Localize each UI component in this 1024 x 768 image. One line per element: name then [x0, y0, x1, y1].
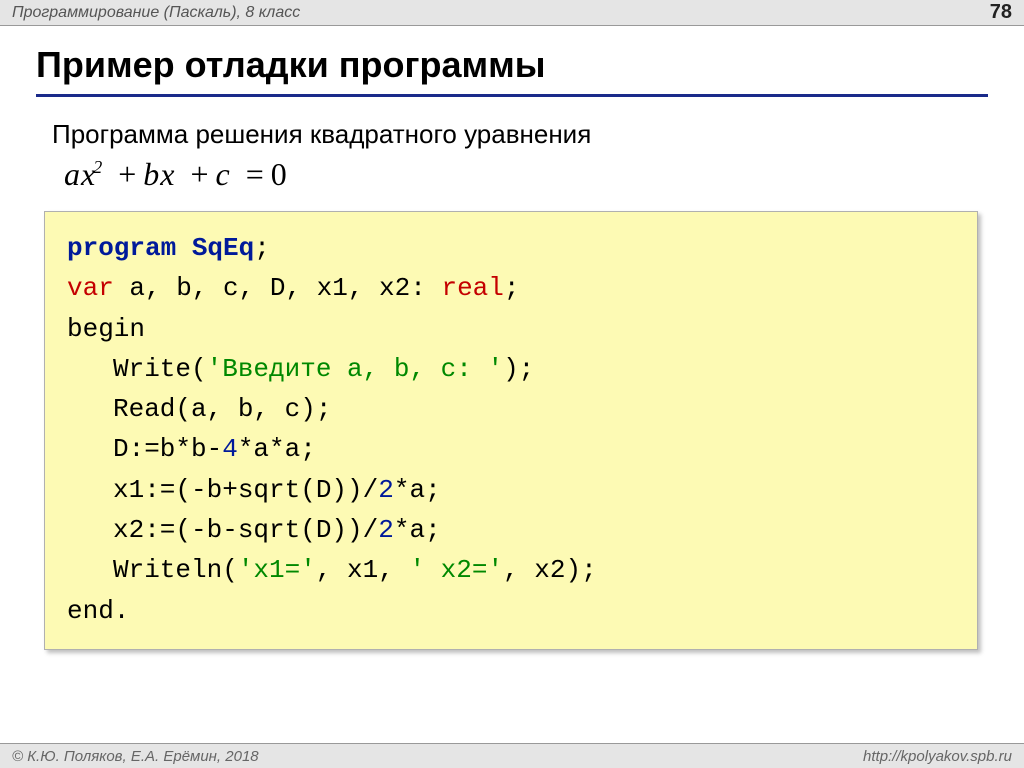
l2-semi: ;	[504, 273, 520, 303]
code-line-10: end.	[67, 591, 955, 631]
l5-read: Read(a, b, c);	[113, 394, 331, 424]
kw-end: end.	[67, 596, 129, 626]
equation: ax2 +bx +c =0	[64, 156, 988, 193]
l7b: *a;	[394, 475, 441, 505]
l9a: Writeln(	[113, 555, 238, 585]
eq-equals: =	[240, 156, 271, 192]
header-left: Программирование (Паскаль), 8 класс	[12, 4, 300, 22]
var-decl: a, b, c, D, x1, x2:	[114, 273, 442, 303]
eq-squared: 2	[93, 157, 103, 177]
footer-left: © К.Ю. Поляков, Е.А. Ерёмин, 2018	[12, 748, 259, 765]
l9-m2: , x2);	[503, 555, 597, 585]
l9-m1: , x1,	[316, 555, 410, 585]
eq-x2: x	[160, 156, 175, 192]
kw-var: var	[67, 273, 114, 303]
kw-begin: begin	[67, 314, 145, 344]
l6-num: 4	[222, 434, 238, 464]
code-line-8: x2:=(-b-sqrt(D))/2*a;	[67, 510, 955, 550]
l4-string: 'Введите a, b, c: '	[207, 354, 503, 384]
slide-content: Пример отладки программы Программа решен…	[0, 26, 1024, 650]
l8a: x2:=(-b-sqrt(D))/	[113, 515, 378, 545]
l9-s1: 'x1='	[238, 555, 316, 585]
page-number: 78	[990, 1, 1012, 24]
kw-real: real	[441, 273, 503, 303]
code-line-3: begin	[67, 309, 955, 349]
eq-a: a	[64, 156, 81, 192]
eq-plus1: +	[112, 156, 143, 192]
l6b: *a*a;	[238, 434, 316, 464]
l4-close: );	[503, 354, 534, 384]
eq-c: c	[216, 156, 231, 192]
l9-s2: ' x2='	[409, 555, 503, 585]
slide-subtitle: Программа решения квадратного уравнения	[52, 119, 988, 150]
l6a: D:=b*b-	[113, 434, 222, 464]
slide-footer: © К.Ю. Поляков, Е.А. Ерёмин, 2018 http:/…	[0, 743, 1024, 768]
eq-plus2: +	[184, 156, 215, 192]
code-line-9: Writeln('x1=', x1, ' x2=', x2);	[67, 550, 955, 590]
code-line-7: x1:=(-b+sqrt(D))/2*a;	[67, 470, 955, 510]
eq-zero: 0	[271, 156, 288, 192]
code-line-5: Read(a, b, c);	[67, 389, 955, 429]
footer-right: http://kpolyakov.spb.ru	[863, 748, 1012, 765]
code-line-2: var a, b, c, D, x1, x2: real;	[67, 268, 955, 308]
eq-b: b	[143, 156, 160, 192]
l7-num: 2	[378, 475, 394, 505]
l8-num: 2	[378, 515, 394, 545]
l7a: x1:=(-b+sqrt(D))/	[113, 475, 378, 505]
code-line-6: D:=b*b-4*a*a;	[67, 429, 955, 469]
l8b: *a;	[394, 515, 441, 545]
slide-header: Программирование (Паскаль), 8 класс 78	[0, 0, 1024, 26]
l4-write: Write(	[113, 354, 207, 384]
code-box: program SqEq; var a, b, c, D, x1, x2: re…	[44, 211, 978, 650]
prog-name: SqEq	[192, 233, 254, 263]
code-line-4: Write('Введите a, b, c: ');	[67, 349, 955, 389]
slide-title: Пример отладки программы	[36, 44, 988, 97]
code-line-1: program SqEq;	[67, 228, 955, 268]
l1-semi: ;	[254, 233, 270, 263]
kw-program: program	[67, 233, 176, 263]
